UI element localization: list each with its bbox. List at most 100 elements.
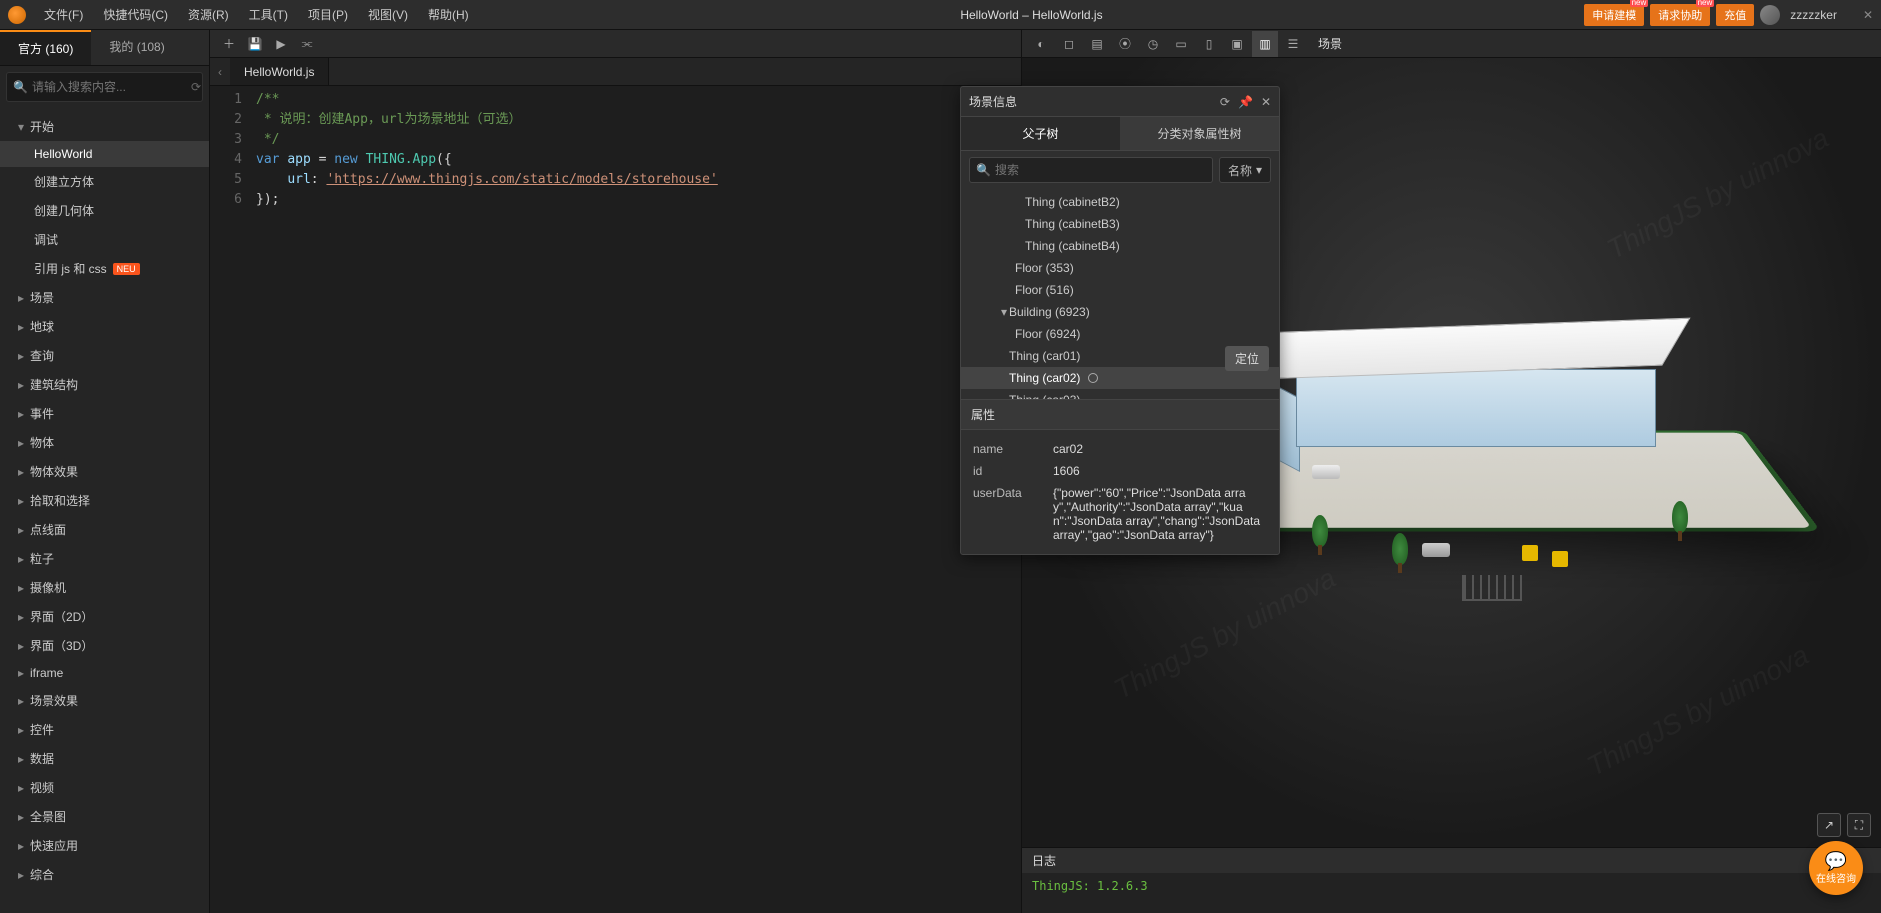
request-help-button[interactable]: 请求协助 [1650,4,1710,26]
sidebar-item[interactable]: ▸控件 [0,715,209,744]
scene-tree-row[interactable]: ▾Building (6923) [961,301,1279,323]
editor-toolbar: ＋ 💾 ▶ ⫘ [210,30,1021,58]
sidebar-subitem[interactable]: 调试 [0,225,209,254]
app-logo [8,6,26,24]
avatar[interactable] [1760,5,1780,25]
tab-mine[interactable]: 我的 (108) [91,30,182,65]
sidebar-item[interactable]: ▸摄像机 [0,573,209,602]
left-search[interactable]: 🔍 ⟳ [6,72,203,102]
menu-tools[interactable]: 工具(T) [239,0,298,29]
sidebar-item[interactable]: ▸场景效果 [0,686,209,715]
sidebar-item[interactable]: ▸视频 [0,773,209,802]
vp-globe-icon[interactable]: ◐ [1028,31,1054,57]
run-icon[interactable]: ▶ [268,31,294,57]
menu-resource[interactable]: 资源(R) [178,0,239,29]
visibility-toggle-icon[interactable] [1088,373,1098,383]
vp-split-icon[interactable]: ▯ [1196,31,1222,57]
menu-file[interactable]: 文件(F) [34,0,93,29]
scene-tree-row[interactable]: Thing (cabinetB3) [961,213,1279,235]
scene-tree-row[interactable]: Thing (car03) [961,389,1279,399]
viewport-controls: ↗ ⛶ [1817,813,1871,837]
new-file-icon[interactable]: ＋ [216,31,242,57]
panel-close-icon[interactable]: ✕ [1261,95,1271,109]
menu-project[interactable]: 项目(P) [298,0,358,29]
username-label[interactable]: zzzzzker [1790,8,1837,22]
share-icon[interactable]: ⫘ [294,31,320,57]
sidebar-subitem[interactable]: 创建立方体 [0,167,209,196]
prop-row: userData{"power":"60","Price":"JsonData … [973,482,1267,546]
prop-value: {"power":"60","Price":"JsonData array","… [1053,486,1267,542]
scene-search-input[interactable] [995,161,1206,179]
prop-row: id1606 [973,460,1267,482]
sidebar-item[interactable]: ▸物体效果 [0,457,209,486]
panel-pin-icon[interactable]: 📌 [1238,95,1253,109]
vp-window-icon[interactable]: ▭ [1168,31,1194,57]
vp-image-icon[interactable]: ▣ [1224,31,1250,57]
close-icon[interactable]: ✕ [1863,8,1873,22]
sidebar-item[interactable]: ▸界面（2D） [0,602,209,631]
menu-view[interactable]: 视图(V) [358,0,418,29]
vp-doc-icon[interactable]: ▤ [1084,31,1110,57]
vp-panel-icon[interactable]: ▥ [1252,31,1278,57]
log-line: ThingJS: 1.2.6.3 [1022,873,1881,913]
file-tab-helloworld[interactable]: HelloWorld.js [230,58,329,85]
code-editor[interactable]: 123456 /** * 说明：创建App，url为场景地址（可选） */ va… [210,86,1021,913]
scene-tree-row[interactable]: Floor (6924) [961,323,1279,345]
code-area[interactable]: /** * 说明：创建App，url为场景地址（可选） */ var app =… [250,86,1021,913]
sidebar-item[interactable]: ▸场景 [0,283,209,312]
locate-button[interactable]: 定位 [1225,346,1269,371]
prop-value: car02 [1053,442,1267,456]
sidebar-item[interactable]: ▸全景图 [0,802,209,831]
save-icon[interactable]: 💾 [242,31,268,57]
tab-official[interactable]: 官方 (160) [0,30,91,65]
sidebar-item[interactable]: ▸粒子 [0,544,209,573]
menubar-right: 申请建模 请求协助 充值 zzzzzker ✕ [1584,4,1873,26]
fullscreen-icon[interactable]: ⛶ [1847,813,1871,837]
chat-icon: 💬 [1825,852,1847,870]
sidebar-subitem[interactable]: 引用 js 和 cssNEU [0,254,209,283]
sidebar-item[interactable]: ▸物体 [0,428,209,457]
vp-sphere-icon[interactable]: ⦿ [1112,31,1138,57]
sidebar-item[interactable]: ▸点线面 [0,515,209,544]
tab-class-tree[interactable]: 分类对象属性树 [1120,117,1279,151]
refresh-icon[interactable]: ⟳ [191,80,201,94]
apply-modeling-button[interactable]: 申请建模 [1584,4,1644,26]
sidebar-item[interactable]: ▸界面（3D） [0,631,209,660]
chat-bubble[interactable]: 💬 在线咨询 [1809,841,1863,895]
vp-cube-icon[interactable]: ◻ [1056,31,1082,57]
tab-parent-tree[interactable]: 父子树 [961,117,1120,151]
sidebar-item[interactable]: ▸事件 [0,399,209,428]
recharge-button[interactable]: 充值 [1716,4,1754,26]
scene-tree: Thing (cabinetB2)Thing (cabinetB3)Thing … [961,189,1279,399]
sidebar-item[interactable]: ▸拾取和选择 [0,486,209,515]
tab-prev-icon[interactable]: ‹ [210,58,230,85]
sidebar-subitem[interactable]: 创建几何体 [0,196,209,225]
sidebar-item[interactable]: ▸数据 [0,744,209,773]
chat-label: 在线咨询 [1816,870,1856,885]
sidebar-subitem[interactable]: HelloWorld [0,141,209,167]
watermark-2: ThingJS by uinnova [1602,122,1834,266]
open-external-icon[interactable]: ↗ [1817,813,1841,837]
sidebar-item[interactable]: ▸建筑结构 [0,370,209,399]
vp-clock-icon[interactable]: ◷ [1140,31,1166,57]
scene-search-box[interactable]: 🔍 [969,157,1213,183]
sidebar-item[interactable]: ▾开始 [0,112,209,141]
menu-quickcode[interactable]: 快捷代码(C) [93,0,178,29]
scene-search-by-select[interactable]: 名称 ▾ [1219,157,1271,183]
panel-refresh-icon[interactable]: ⟳ [1220,95,1230,109]
file-tabs: ‹ HelloWorld.js [210,58,1021,86]
sidebar-item[interactable]: ▸iframe [0,660,209,686]
scene-tree-row[interactable]: Thing (cabinetB4) [961,235,1279,257]
vp-settings-icon[interactable]: ☰ [1280,31,1306,57]
left-search-input[interactable] [32,77,187,97]
log-title[interactable]: 日志 [1022,848,1881,873]
sidebar-item[interactable]: ▸查询 [0,341,209,370]
menu-help[interactable]: 帮助(H) [418,0,479,29]
scene-tree-row[interactable]: Floor (353) [961,257,1279,279]
sidebar-item[interactable]: ▸地球 [0,312,209,341]
scene-tree-row[interactable]: Thing (cabinetB2) [961,191,1279,213]
scene-tree-row[interactable]: Floor (516) [961,279,1279,301]
sidebar-item[interactable]: ▸快速应用 [0,831,209,860]
sidebar-item[interactable]: ▸综合 [0,860,209,889]
left-panel: 官方 (160) 我的 (108) 🔍 ⟳ ▾开始HelloWorld创建立方体… [0,30,210,913]
